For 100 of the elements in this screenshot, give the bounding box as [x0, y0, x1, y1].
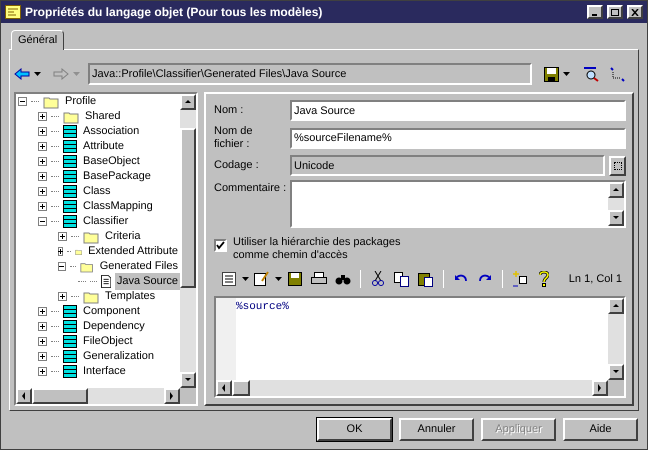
close-icon [631, 8, 639, 16]
caret-icon[interactable] [275, 277, 282, 281]
expand-icon[interactable] [38, 172, 47, 181]
scrollbar[interactable] [608, 182, 624, 226]
table-icon [63, 320, 77, 333]
tree-item[interactable]: ClassMapping [81, 198, 155, 215]
caret-icon[interactable] [242, 277, 249, 281]
scroll-down-button[interactable] [608, 364, 624, 380]
tree-item[interactable]: Attribute [81, 138, 126, 155]
tree-item[interactable]: Shared [83, 108, 122, 125]
tree-item[interactable]: Interface [81, 363, 128, 380]
scrollbar[interactable] [16, 388, 196, 404]
expand-icon[interactable] [38, 202, 47, 211]
maximize-icon [611, 8, 619, 16]
folder-icon [63, 110, 79, 124]
tree-item[interactable]: Component [81, 303, 142, 320]
comment-field[interactable] [290, 180, 626, 228]
collapse-icon[interactable] [38, 217, 47, 226]
field-label: Codage : [214, 158, 260, 174]
tab[interactable]: Général [11, 30, 64, 50]
scrollbar-corner [180, 388, 196, 404]
table-icon [63, 125, 77, 138]
expand-icon[interactable] [38, 127, 47, 136]
expand-icon[interactable] [38, 367, 47, 376]
field-label: Commentaire : [214, 181, 286, 196]
input-field[interactable]: Unicode [290, 155, 605, 176]
window-title: Propriétés du langage objet (Pour tous les modèles) [25, 4, 324, 21]
caret-icon[interactable] [34, 72, 41, 76]
scroll-up-button[interactable] [608, 298, 624, 314]
table-icon [63, 305, 77, 318]
expand-icon[interactable] [58, 232, 67, 241]
scroll-down-button[interactable] [608, 210, 624, 226]
dialog-button[interactable]: Annuler [399, 418, 474, 441]
tree-item[interactable]: Dependency [81, 318, 147, 335]
tree-item[interactable]: Profile [63, 94, 98, 110]
cursor-position: Ln 1, Col 1 [568, 272, 622, 287]
dialog-button[interactable]: OK [317, 418, 392, 441]
folder-icon [83, 290, 99, 304]
caret-icon [73, 72, 80, 76]
code-text: %source% [236, 300, 290, 315]
expand-icon[interactable] [38, 322, 47, 331]
field-label: Nom de fichier : [214, 125, 254, 151]
expand-icon[interactable] [58, 292, 67, 301]
app-icon [5, 5, 21, 19]
table-icon [63, 350, 77, 363]
expand-icon[interactable] [58, 247, 64, 256]
tree-item[interactable]: FileObject [81, 333, 135, 350]
field-label: Nom : [214, 103, 244, 118]
maximize-button[interactable] [607, 5, 623, 19]
folder-icon [43, 94, 59, 108]
expand-icon[interactable] [38, 307, 47, 316]
expand-icon[interactable] [38, 187, 47, 196]
scroll-right-button[interactable] [592, 380, 608, 396]
tree-item[interactable]: Class [81, 183, 113, 200]
tree-item[interactable]: Templates [103, 288, 158, 305]
scrollbar[interactable] [608, 298, 624, 380]
path-field: Java::Profile\Classifier\Generated Files\Java Source [88, 63, 532, 85]
tree-item[interactable]: BasePackage [81, 168, 153, 185]
table-icon [63, 140, 77, 153]
browse-button[interactable] [609, 156, 626, 176]
scroll-down-button[interactable] [180, 372, 196, 388]
scroll-thumb[interactable] [32, 388, 88, 404]
tree-item[interactable]: Association [81, 123, 142, 140]
back-arrow-icon[interactable] [14, 68, 30, 80]
collapse-icon[interactable] [58, 262, 66, 271]
scroll-thumb[interactable] [232, 380, 250, 396]
scrollbar-corner [608, 380, 624, 396]
collapse-icon[interactable] [18, 97, 27, 106]
scrollbar[interactable] [216, 380, 624, 396]
expand-icon[interactable] [38, 157, 47, 166]
input-field[interactable]: Java Source [290, 100, 626, 121]
caret-icon[interactable] [563, 72, 570, 76]
tree-item[interactable]: Criteria [103, 228, 142, 245]
expand-icon[interactable] [38, 112, 47, 121]
tree-item[interactable]: Java Source [114, 273, 180, 290]
input-field[interactable]: %sourceFilename% [290, 128, 626, 148]
close-button[interactable] [627, 5, 643, 19]
expand-icon[interactable] [38, 337, 47, 346]
table-icon [63, 215, 77, 228]
checkbox[interactable] [214, 239, 227, 252]
tree-item[interactable]: Extended Attribute [86, 243, 180, 260]
expand-icon[interactable] [38, 142, 47, 151]
save-icon[interactable] [544, 66, 559, 82]
tree-item[interactable]: Classifier [81, 213, 130, 230]
expand-icon[interactable] [38, 352, 47, 361]
scroll-thumb[interactable] [180, 128, 196, 288]
scroll-left-button[interactable] [16, 388, 32, 404]
scroll-right-button[interactable] [164, 388, 180, 404]
scrollbar[interactable] [180, 94, 196, 388]
table-icon [63, 155, 77, 168]
minimize-button[interactable] [587, 5, 603, 19]
tree-item[interactable]: Generalization [81, 348, 156, 365]
code-editor[interactable]: %source% [214, 296, 626, 398]
spellcheck-icon[interactable] [582, 66, 600, 82]
scroll-up-button[interactable] [180, 94, 196, 110]
tree-item[interactable]: Generated Files [98, 258, 180, 275]
scroll-left-button[interactable] [216, 380, 232, 396]
scroll-up-button[interactable] [608, 182, 624, 198]
dialog-button[interactable]: Aide [563, 418, 638, 441]
tree-item[interactable]: BaseObject [81, 153, 142, 170]
